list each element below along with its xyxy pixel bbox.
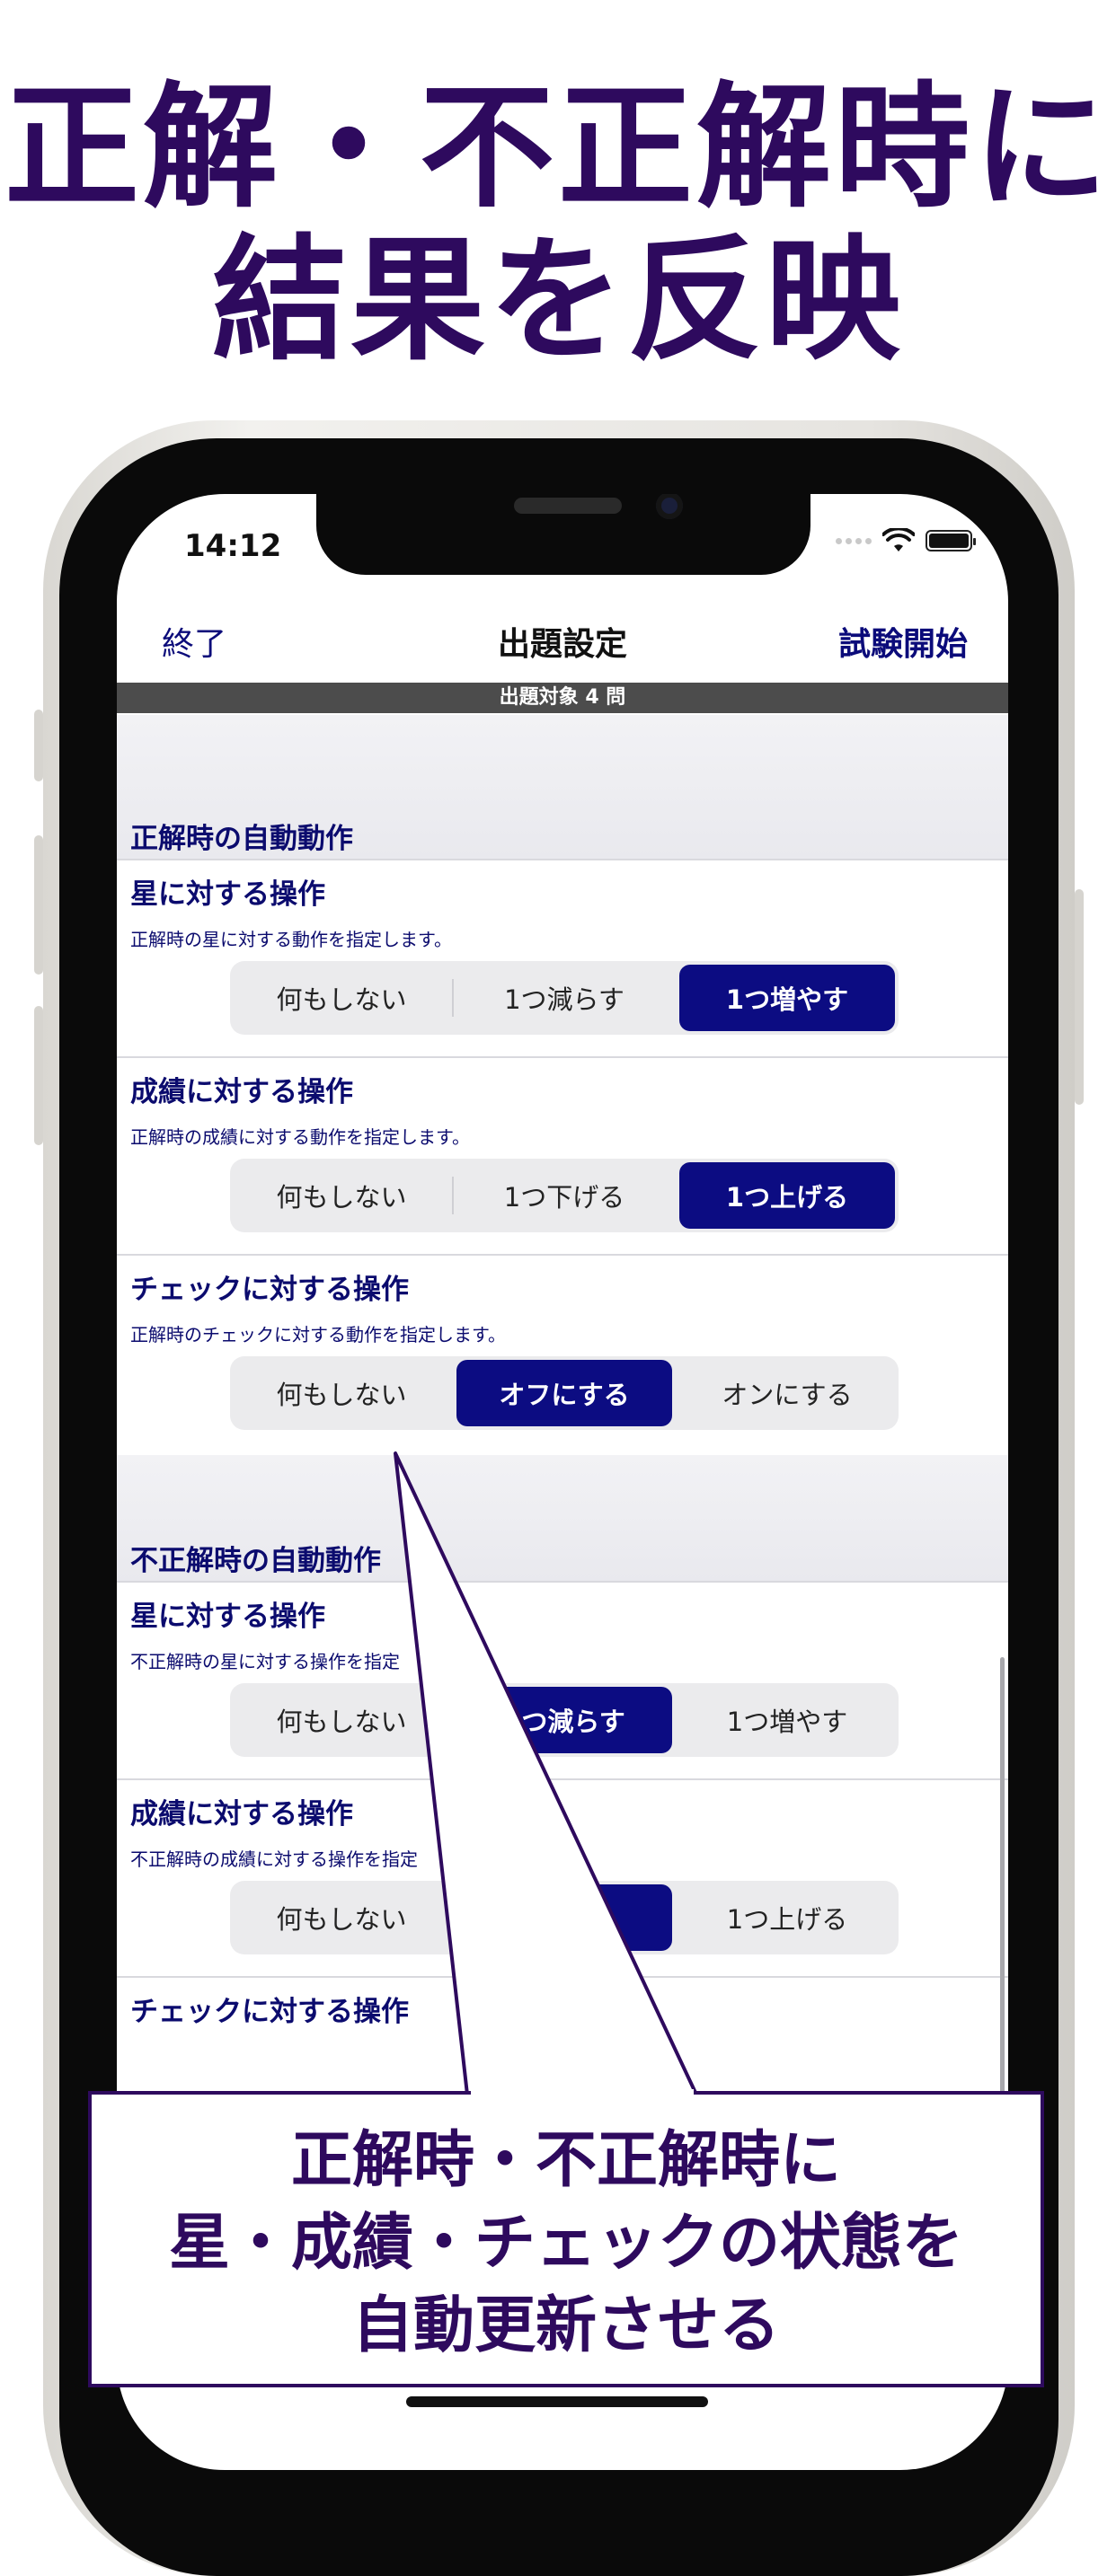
home-indicator[interactable] xyxy=(406,2396,708,2407)
callout-line-2: 星・成績・チェックの状態を xyxy=(168,2208,963,2279)
callout-pointer-join xyxy=(471,2089,694,2096)
callout-line-3: 自動更新させる xyxy=(351,2290,780,2361)
callout-line-1: 正解時・不正解時に xyxy=(290,2125,841,2196)
callout-text: 正解時・不正解時に 星・成績・チェックの状態を 自動更新させる xyxy=(88,2120,1044,2368)
